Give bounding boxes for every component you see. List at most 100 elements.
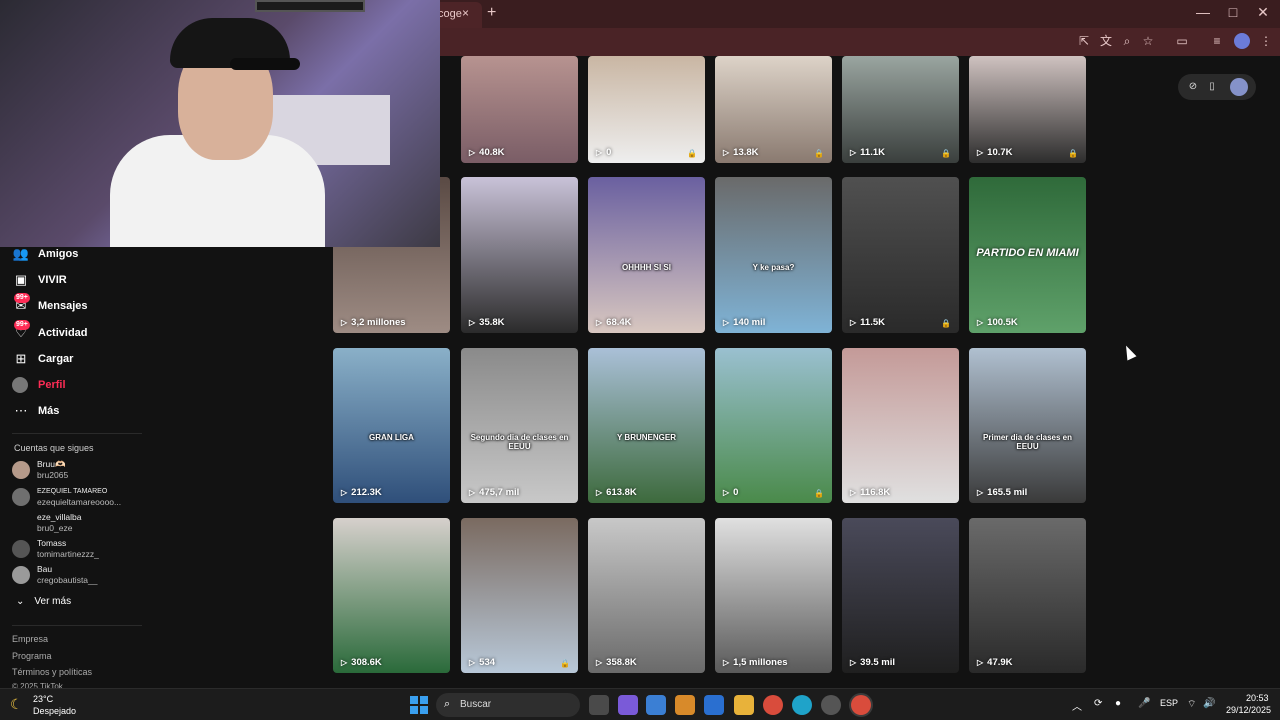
video-card[interactable]: ▷ 10.7K 🔒 — [969, 56, 1086, 163]
view-count-value: 1,5 millones — [733, 657, 788, 668]
search-icon: ⌕ — [444, 698, 451, 710]
following-account[interactable]: eze_villalba bru0_eze — [12, 512, 142, 536]
play-icon: ▷ — [850, 148, 857, 157]
footer-link-terms[interactable]: Términos y políticas — [12, 667, 92, 677]
video-card[interactable]: ▷ 40.8K — [461, 56, 578, 163]
app-tray-icon[interactable]: ● — [1115, 698, 1121, 709]
store-icon[interactable] — [646, 695, 666, 715]
nav-item-mas[interactable]: ⋯ Más — [12, 401, 142, 421]
mail-icon[interactable] — [704, 695, 724, 715]
view-count: ▷ 100.5K — [977, 317, 1018, 328]
playlist-icon[interactable]: ≡ — [1209, 33, 1225, 49]
task-view-icon[interactable] — [589, 695, 609, 715]
following-account[interactable]: Tomass tomimartinezzz_ — [12, 538, 142, 562]
microphone-icon[interactable]: 🎤 — [1138, 698, 1150, 709]
taskbar-search[interactable]: ⌕ Buscar — [436, 693, 580, 717]
view-count: ▷ 35.8K — [469, 317, 505, 328]
video-card[interactable]: ▷ 11.1K 🔒 — [842, 56, 959, 163]
video-card[interactable]: ▷ 39.5 mil — [842, 518, 959, 673]
phone-icon[interactable]: ▯ — [1205, 80, 1219, 94]
video-card[interactable]: ▷ 11.5K 🔒 — [842, 177, 959, 333]
brave-icon[interactable] — [675, 695, 695, 715]
footer-link-programa[interactable]: Programa — [12, 651, 52, 661]
video-card[interactable]: ▷ 534 🔒 — [461, 518, 578, 673]
video-card[interactable]: ▷ 0 🔒 — [588, 56, 705, 163]
translate-icon[interactable]: 文 — [1098, 33, 1114, 49]
following-account[interactable]: Bruu🫶🏻 bru2065 — [12, 459, 142, 483]
footer-link-empresa[interactable]: Empresa — [12, 634, 48, 644]
view-count: ▷ 308.6K — [341, 657, 382, 668]
live-icon: ▣ — [14, 272, 28, 287]
nav-item-cargar[interactable]: ⊞ Cargar — [12, 349, 142, 369]
new-tab-button[interactable]: + — [487, 4, 496, 22]
nav-item-mensajes[interactable]: ✉ 99+ Mensajes — [12, 293, 142, 316]
chrome-icon[interactable] — [763, 695, 783, 715]
sidebar-icon[interactable]: ▭ — [1174, 33, 1190, 49]
obs-icon[interactable] — [821, 695, 841, 715]
view-count-value: 11.5K — [860, 317, 885, 328]
close-window-button[interactable]: ✕ — [1253, 4, 1273, 21]
install-app-icon[interactable]: ⇱ — [1076, 33, 1092, 49]
video-card[interactable]: ▷ 35.8K — [461, 177, 578, 333]
video-caption: OHHHH SI SI — [622, 262, 671, 272]
video-card[interactable]: Y ke pasa? ▷ 140 mil — [715, 177, 832, 333]
avatar — [12, 488, 30, 506]
video-card[interactable]: ▷ 13.8K 🔒 — [715, 56, 832, 163]
view-count: ▷ 358.8K — [596, 657, 637, 668]
video-card[interactable]: ▷ 358.8K — [588, 518, 705, 673]
minimize-button[interactable]: — — [1193, 4, 1213, 20]
video-card[interactable]: ▷ 47.9K — [969, 518, 1086, 673]
wifi-icon[interactable]: ⌔ — [1187, 698, 1196, 711]
video-card[interactable]: Y BRUNENGER ▷ 613.8K — [588, 348, 705, 503]
compass-icon[interactable]: ⊘ — [1186, 80, 1200, 94]
video-card[interactable]: Segundo dia de clases en EEUU ▷ 475,7 mil — [461, 348, 578, 503]
nav-item-actividad[interactable]: ♡ 99+ Actividad — [12, 320, 142, 343]
chevron-up-icon[interactable]: ︿ — [1072, 698, 1082, 713]
tab-close-icon[interactable]: × — [462, 6, 469, 20]
video-card[interactable]: GRAN LIGA ▷ 212.3K — [333, 348, 450, 503]
see-more-button[interactable]: ⌄ Ver más — [16, 596, 71, 607]
volume-icon[interactable]: 🔊 — [1203, 698, 1215, 709]
upload-icon: ⊞ — [15, 351, 27, 366]
lock-icon: 🔒 — [560, 659, 570, 668]
sync-icon[interactable]: ⟳ — [1094, 698, 1102, 709]
edge-icon[interactable] — [792, 695, 812, 715]
following-account[interactable]: EZEQUIEL TAMAREO ezequieltamareoooo... — [12, 486, 142, 510]
chrome-active-icon[interactable] — [851, 695, 871, 715]
file-explorer-icon[interactable] — [734, 695, 754, 715]
star-icon[interactable]: ☆ — [1140, 33, 1156, 49]
clock-date[interactable]: 29/12/2025 — [1226, 705, 1271, 715]
following-account[interactable]: Bau cregobautista__ — [12, 564, 142, 588]
clock-time[interactable]: 20:53 — [1246, 693, 1269, 703]
view-count-value: 68.4K — [606, 317, 632, 328]
video-card[interactable]: Primer dia de clases en EEUU ▷ 165.5 mil — [969, 348, 1086, 503]
menu-icon[interactable]: ⋮ — [1258, 33, 1274, 49]
zoom-icon[interactable]: ⌕ — [1119, 33, 1135, 49]
video-card[interactable]: ▷ 116.8K — [842, 348, 959, 503]
messages-badge: 99+ — [14, 293, 30, 303]
nav-item-vivir[interactable]: ▣ VIVIR — [12, 270, 142, 290]
copilot-icon[interactable] — [618, 695, 638, 715]
view-count: ▷ 47.9K — [977, 657, 1013, 668]
video-card[interactable]: ▷ 308.6K — [333, 518, 450, 673]
user-avatar-icon[interactable] — [1230, 78, 1248, 96]
video-card[interactable]: OHHHH SI SI ▷ 68.4K — [588, 177, 705, 333]
view-count: ▷ 1,5 millones — [723, 657, 788, 668]
lock-icon: 🔒 — [687, 149, 697, 158]
windows-start-icon[interactable] — [410, 696, 428, 714]
video-card[interactable]: ▷ 0 🔒 — [715, 348, 832, 503]
video-card[interactable]: ▷ 1,5 millones — [715, 518, 832, 673]
view-count-value: 13.8K — [733, 147, 759, 158]
language-indicator[interactable]: ESP — [1160, 698, 1178, 708]
maximize-button[interactable]: □ — [1223, 4, 1243, 20]
nav-item-perfil[interactable]: Perfil — [12, 375, 142, 395]
play-icon: ▷ — [469, 658, 476, 667]
view-count-value: 39.5 mil — [860, 657, 896, 668]
profile-icon[interactable] — [1234, 33, 1250, 49]
nav-item-amigos[interactable]: 👥 Amigos — [12, 244, 142, 264]
account-name: Tomass — [37, 538, 67, 548]
cap-brim — [230, 58, 300, 70]
video-card[interactable]: PARTIDO EN MIAMI ▷ 100.5K — [969, 177, 1086, 333]
view-count-value: 47.9K — [987, 657, 1013, 668]
play-icon: ▷ — [850, 318, 857, 327]
